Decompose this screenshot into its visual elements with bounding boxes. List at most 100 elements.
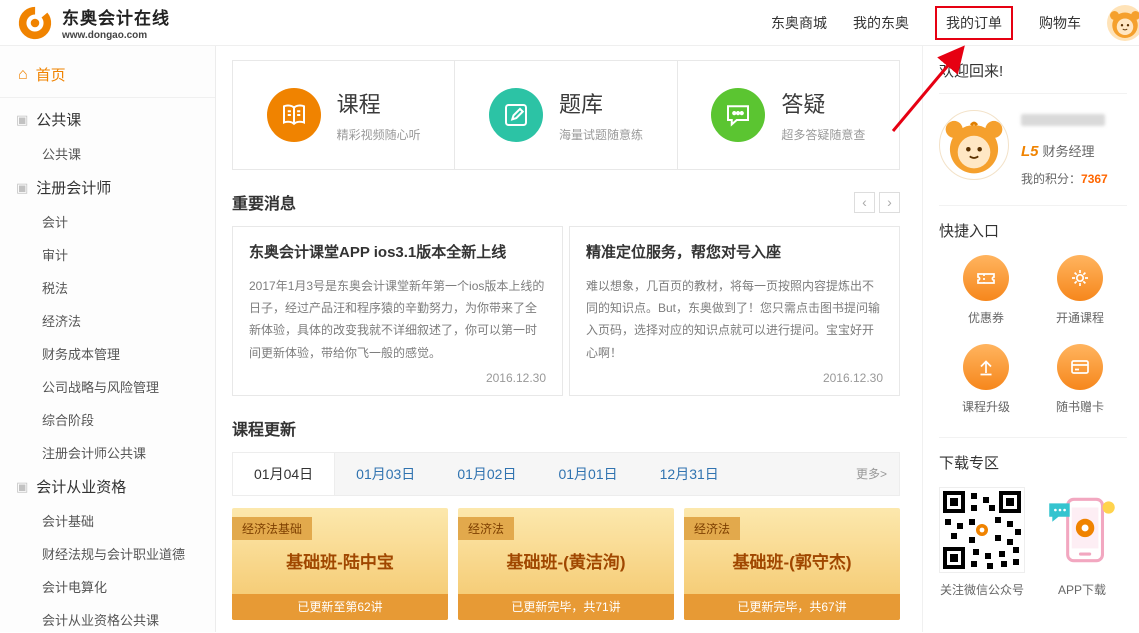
sidebar-item[interactable]: 审计 bbox=[0, 238, 215, 271]
book-icon bbox=[267, 88, 321, 142]
course-title: 基础班-(郭守杰) bbox=[684, 548, 900, 573]
level-title: 财务经理 bbox=[1043, 144, 1095, 159]
sidebar-item[interactable]: 公共课 bbox=[0, 137, 215, 170]
mascot-avatar-icon bbox=[1107, 5, 1139, 41]
news-card[interactable]: 精准定位服务，帮您对号入座 难以想象，几百页的教材，将每一页按照内容提炼出不同的… bbox=[569, 226, 900, 396]
prev-arrow-button[interactable]: ‹ bbox=[854, 192, 875, 213]
sidebar-item-home[interactable]: ⌂ 首页 bbox=[0, 58, 215, 98]
quick-item-label: 课程升级 bbox=[962, 398, 1010, 415]
news-card[interactable]: 东奥会计课堂APP ios3.1版本全新上线 2017年1月3号是东奥会计课堂新… bbox=[232, 226, 563, 396]
wechat-qr-code bbox=[939, 487, 1025, 573]
course-card[interactable]: 经济法 基础班-(郭守杰) 已更新完毕，共67讲 bbox=[684, 508, 900, 620]
sidebar-home-label: 首页 bbox=[36, 64, 66, 85]
section-label: 会计从业资格 bbox=[36, 476, 126, 497]
quick-item-label: 随书赠卡 bbox=[1056, 398, 1104, 415]
quick-item-course-upgrade[interactable]: 课程升级 bbox=[939, 344, 1033, 415]
download-row bbox=[939, 487, 1127, 573]
course-title: 基础班-陆中宝 bbox=[232, 548, 448, 573]
app-phone-icon bbox=[1039, 487, 1125, 573]
feature-qa[interactable]: 答疑 超多答疑随意查 bbox=[677, 60, 900, 170]
tab-jan02[interactable]: 01月02日 bbox=[436, 453, 537, 495]
feature-subtitle: 超多答疑随意查 bbox=[781, 126, 865, 143]
nav-item-cart[interactable]: 购物车 bbox=[1039, 13, 1081, 33]
sidebar-item[interactable]: 经济法 bbox=[0, 304, 215, 337]
feature-title: 题库 bbox=[559, 87, 643, 119]
user-points: 我的积分：7367 bbox=[1021, 170, 1108, 187]
header-nav: 东奥商城 我的东奥 我的订单 购物车 bbox=[771, 5, 1139, 41]
news-section-title: 重要消息 bbox=[232, 190, 296, 214]
user-panel: 欢迎回来! L5财务经理 bbox=[922, 46, 1139, 632]
tab-jan03[interactable]: 01月03日 bbox=[335, 453, 436, 495]
quick-entry-grid: 优惠券 开通课程 bbox=[939, 255, 1127, 438]
app-download-caption: APP下载 bbox=[1039, 581, 1125, 598]
course-cards: 经济法基础 基础班-陆中宝 已更新至第62讲 经济法 基础班-(黄洁洵) 已更新… bbox=[232, 508, 900, 620]
sidebar-item[interactable]: 综合阶段 bbox=[0, 403, 215, 436]
feature-question-bank[interactable]: 题库 海量试题随意练 bbox=[454, 60, 677, 170]
user-avatar-small[interactable] bbox=[1107, 5, 1139, 41]
chat-icon bbox=[711, 88, 765, 142]
sidebar-item[interactable]: 会计电算化 bbox=[0, 570, 215, 603]
date-tabs: 01月04日 01月03日 01月02日 01月01日 12月31日 更多> bbox=[232, 452, 900, 496]
username-redacted bbox=[1021, 114, 1105, 126]
more-link[interactable]: 更多> bbox=[856, 453, 899, 495]
nav-item-mall[interactable]: 东奥商城 bbox=[771, 13, 827, 33]
section-label: 公共课 bbox=[36, 109, 81, 130]
tab-dec31[interactable]: 12月31日 bbox=[639, 453, 740, 495]
next-arrow-button[interactable]: › bbox=[879, 192, 900, 213]
sidebar-item[interactable]: 财务成本管理 bbox=[0, 337, 215, 370]
sidebar-item[interactable]: 会计从业资格公共课 bbox=[0, 603, 215, 633]
sidebar-item[interactable]: 会计基础 bbox=[0, 504, 215, 537]
sidebar-item[interactable]: 会计 bbox=[0, 205, 215, 238]
dongao-homepage: 东奥会计在线 www.dongao.com 东奥商城 我的东奥 我的订单 购物车 bbox=[0, 0, 1139, 633]
dongao-logo-icon bbox=[16, 4, 54, 42]
quick-item-open-course[interactable]: 开通课程 bbox=[1033, 255, 1127, 326]
feature-courses[interactable]: 课程 精彩视频随心听 bbox=[232, 60, 455, 170]
quick-item-label: 开通课程 bbox=[1056, 309, 1104, 326]
points-label: 我的积分： bbox=[1021, 172, 1081, 186]
sidebar-item[interactable]: 财经法规与会计职业道德 bbox=[0, 537, 215, 570]
news-pager: ‹ › bbox=[854, 192, 900, 213]
tab-jan01[interactable]: 01月01日 bbox=[537, 453, 638, 495]
feature-entries: 课程 精彩视频随心听 题库 海量试题随意练 bbox=[232, 60, 900, 170]
news-body: 2017年1月3号是东奥会计课堂新年第一个ios版本上线的日子，经过产品汪和程序… bbox=[249, 275, 546, 364]
news-title[interactable]: 东奥会计课堂APP ios3.1版本全新上线 bbox=[249, 241, 546, 262]
news-body: 难以想象，几百页的教材，将每一页按照内容提炼出不同的知识点。But，东奥做到了！… bbox=[586, 275, 883, 364]
top-header: 东奥会计在线 www.dongao.com 东奥商城 我的东奥 我的订单 购物车 bbox=[0, 0, 1139, 46]
sidebar-item[interactable]: 注册会计师公共课 bbox=[0, 436, 215, 469]
feature-title: 答疑 bbox=[781, 87, 865, 119]
user-avatar-large[interactable] bbox=[939, 110, 1009, 180]
course-tag: 经济法 bbox=[684, 517, 740, 540]
logo-text: 东奥会计在线 www.dongao.com bbox=[62, 4, 170, 41]
quick-item-label: 优惠券 bbox=[968, 309, 1004, 326]
page-body: ⌂ 首页 ▣ 公共课 公共课 ▣ 注册会计师 会计 审计 税法 经济法 财务成本… bbox=[0, 46, 1139, 632]
tab-jan04[interactable]: 01月04日 bbox=[233, 453, 335, 495]
nav-item-my-dongao[interactable]: 我的东奥 bbox=[853, 13, 909, 33]
sidebar-item[interactable]: 税法 bbox=[0, 271, 215, 304]
quick-item-gift-card[interactable]: 随书赠卡 bbox=[1033, 344, 1127, 415]
feature-subtitle: 精彩视频随心听 bbox=[337, 126, 421, 143]
sidebar-section-accounting-qualification[interactable]: ▣ 会计从业资格 bbox=[0, 469, 215, 504]
course-card[interactable]: 经济法 基础班-(黄洁洵) 已更新完毕，共71讲 bbox=[458, 508, 674, 620]
sidebar-section-public-course[interactable]: ▣ 公共课 bbox=[0, 102, 215, 137]
sidebar-item[interactable]: 公司战略与风险管理 bbox=[0, 370, 215, 403]
courses-section-title: 课程更新 bbox=[232, 416, 296, 440]
gear-icon bbox=[1057, 255, 1103, 301]
mascot-avatar-icon bbox=[940, 111, 1008, 179]
course-tag: 经济法基础 bbox=[232, 517, 312, 540]
courses-section-header: 课程更新 bbox=[232, 416, 900, 440]
feature-text: 课程 精彩视频随心听 bbox=[337, 87, 421, 143]
profile-info: L5财务经理 我的积分：7367 bbox=[1021, 110, 1108, 187]
quick-item-coupon[interactable]: 优惠券 bbox=[939, 255, 1033, 326]
course-tag: 经济法 bbox=[458, 517, 514, 540]
section-label: 注册会计师 bbox=[36, 177, 111, 198]
news-title[interactable]: 精准定位服务，帮您对号入座 bbox=[586, 241, 883, 262]
sidebar-section-cpa[interactable]: ▣ 注册会计师 bbox=[0, 170, 215, 205]
feature-text: 答疑 超多答疑随意查 bbox=[781, 87, 865, 143]
news-date: 2016.12.30 bbox=[586, 371, 883, 385]
nav-item-my-orders[interactable]: 我的订单 bbox=[935, 6, 1013, 40]
feature-subtitle: 海量试题随意练 bbox=[559, 126, 643, 143]
welcome-text: 欢迎回来! bbox=[939, 60, 1127, 94]
category-icon: ▣ bbox=[16, 112, 28, 128]
site-logo[interactable]: 东奥会计在线 www.dongao.com bbox=[16, 4, 170, 42]
course-card[interactable]: 经济法基础 基础班-陆中宝 已更新至第62讲 bbox=[232, 508, 448, 620]
